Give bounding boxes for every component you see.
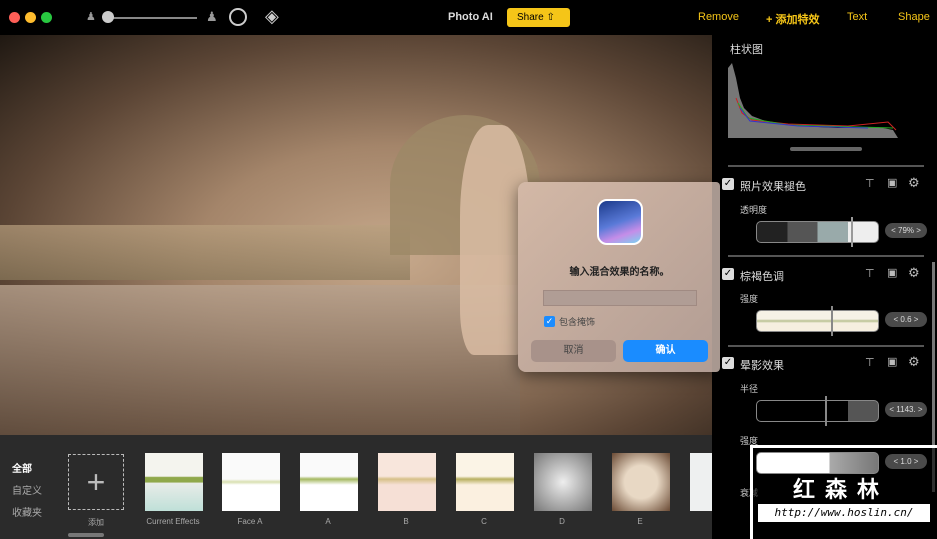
- lasso-icon[interactable]: [229, 8, 247, 26]
- confirm-button[interactable]: 确认: [623, 340, 708, 362]
- slider-marker[interactable]: [851, 217, 853, 247]
- add-effect-button[interactable]: + 添加特效: [766, 11, 819, 27]
- radius-slider[interactable]: [756, 400, 879, 422]
- category-custom[interactable]: 自定义: [12, 482, 42, 497]
- preset-label: Current Effects: [146, 517, 200, 526]
- strength-value[interactable]: < 1.0 >: [885, 454, 927, 469]
- preset-label: B: [403, 517, 409, 526]
- intensity-value[interactable]: < 0.6 >: [885, 312, 927, 327]
- share-label: Share: [517, 12, 544, 23]
- preset-label: C: [481, 517, 487, 526]
- preset-label: E: [637, 517, 643, 526]
- slider-marker[interactable]: [825, 396, 827, 426]
- divider: [728, 165, 924, 167]
- pin-icon[interactable]: ⊤: [865, 267, 875, 280]
- category-favorites[interactable]: 收藏夹: [12, 504, 42, 519]
- app-icon: [597, 199, 643, 245]
- divider: [728, 255, 924, 257]
- preset-a[interactable]: [300, 453, 358, 511]
- effect-name-input[interactable]: [543, 290, 697, 306]
- preset-d[interactable]: [534, 453, 592, 511]
- text-button[interactable]: Text: [847, 11, 867, 23]
- add-preset-button[interactable]: +: [68, 454, 124, 510]
- include-mask-label: 包含掩饰: [559, 317, 596, 327]
- preset-label: D: [559, 517, 565, 526]
- close-button[interactable]: [9, 12, 20, 23]
- preset-next[interactable]: [690, 453, 712, 511]
- slider-thumb[interactable]: [102, 11, 114, 23]
- maximize-button[interactable]: [41, 12, 52, 23]
- mask-icon[interactable]: ▣: [887, 355, 897, 368]
- gear-icon[interactable]: ⚙: [908, 265, 920, 281]
- mask-icon[interactable]: ▣: [887, 176, 897, 189]
- brush-size-slider[interactable]: [104, 17, 197, 19]
- person-large-icon: ♟: [206, 9, 218, 24]
- share-button[interactable]: Share ⇧: [507, 8, 570, 27]
- preset-label: A: [325, 517, 331, 526]
- effect-vignette-title: 晕影效果: [740, 360, 784, 372]
- param-label: 透明度: [740, 205, 768, 215]
- app-title: Photo AI: [448, 11, 493, 23]
- dialog-message: 输入混合效果的名称。: [569, 267, 670, 278]
- effect-fade-title: 照片效果褪色: [740, 181, 806, 193]
- preset-c[interactable]: [456, 453, 514, 511]
- photo-hedge: [0, 225, 410, 280]
- watermark-url: http://www.hoslin.cn/: [758, 504, 930, 522]
- include-mask-checkbox[interactable]: ✓: [544, 316, 555, 327]
- opacity-value[interactable]: < 79% >: [885, 223, 927, 238]
- add-label: 添加: [88, 518, 104, 527]
- intensity-slider[interactable]: [756, 310, 879, 332]
- effect-vignette-checkbox[interactable]: ✓: [722, 357, 734, 369]
- pin-icon[interactable]: ⊤: [865, 177, 875, 190]
- minimize-button[interactable]: [25, 12, 36, 23]
- left-panel-handle[interactable]: [712, 182, 720, 372]
- preset-e[interactable]: [612, 453, 670, 511]
- remove-button[interactable]: Remove: [698, 11, 739, 23]
- preset-label: Face A: [237, 517, 263, 526]
- preset-b[interactable]: [378, 453, 436, 511]
- histogram-chart: [728, 58, 898, 138]
- share-icon: ⇧: [546, 12, 555, 23]
- gear-icon[interactable]: ⚙: [908, 175, 920, 191]
- effect-fade-checkbox[interactable]: ✓: [722, 178, 734, 190]
- cancel-button[interactable]: 取消: [531, 340, 616, 362]
- effect-sepia-checkbox[interactable]: ✓: [722, 268, 734, 280]
- mask-icon[interactable]: ▣: [887, 266, 897, 279]
- preset-face-a[interactable]: [222, 453, 280, 511]
- blend-name-dialog: 输入混合效果的名称。 ✓ 包含掩饰 取消 确认: [518, 182, 721, 372]
- preset-current-effects[interactable]: [145, 453, 203, 511]
- param-label: 半径: [740, 384, 759, 394]
- shape-button[interactable]: Shape: [898, 11, 930, 23]
- pin-icon[interactable]: ⊤: [865, 356, 875, 369]
- histogram-title: 柱状图: [730, 44, 763, 56]
- horizontal-scrollbar[interactable]: [68, 533, 104, 537]
- opacity-slider[interactable]: [756, 221, 879, 243]
- layers-icon[interactable]: ◈: [265, 6, 279, 27]
- divider: [728, 345, 924, 347]
- strength-slider[interactable]: [756, 452, 879, 474]
- gear-icon[interactable]: ⚙: [908, 354, 920, 370]
- radius-value[interactable]: < 1143. >: [885, 402, 927, 417]
- histogram-scroll[interactable]: [790, 147, 862, 151]
- effect-sepia-title: 棕褐色调: [740, 271, 784, 283]
- slider-marker[interactable]: [831, 306, 833, 336]
- watermark-text: 红森林: [793, 477, 890, 502]
- category-all[interactable]: 全部: [12, 460, 32, 475]
- photo-pool: [0, 285, 520, 435]
- toolbar: ♟ ♟ ◈ Photo AI Share ⇧ Remove + 添加特效 Tex…: [0, 0, 937, 35]
- param-label: 强度: [740, 294, 759, 304]
- person-small-icon: ♟: [86, 11, 96, 23]
